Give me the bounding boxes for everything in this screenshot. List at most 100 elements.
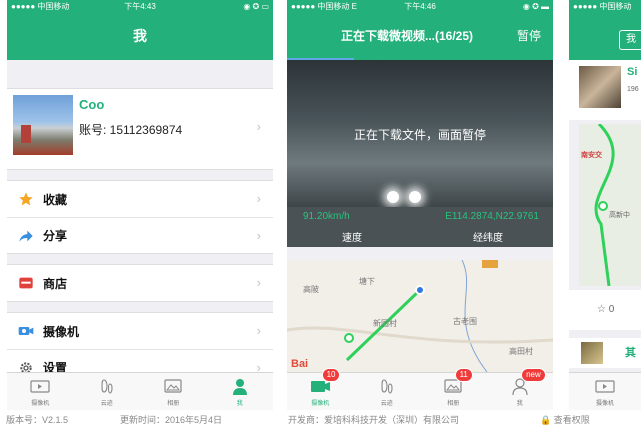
view-permissions-link[interactable]: 🔒 查看权限 xyxy=(540,413,590,425)
chevron-right-icon: › xyxy=(256,228,261,243)
tab-album[interactable]: 相册 xyxy=(140,373,207,410)
tab-bar: 摄像机 10 云迹 相册 11 我 new xyxy=(287,368,554,410)
route-map[interactable]: 高陂 塘下 新园村 古老围 高田村 Bai xyxy=(287,260,553,372)
speed-label: 速度 xyxy=(342,233,362,244)
tab-me[interactable]: 我 xyxy=(207,373,274,410)
nav-bar: 正在下载微视频...(16/25) 暂停 xyxy=(287,13,553,60)
photo-icon xyxy=(420,378,487,396)
feed-card[interactable]: 其 xyxy=(569,338,641,368)
map-label: 古老围 xyxy=(453,317,477,326)
coordinates-value: E114.2874,N22.9761 xyxy=(445,211,539,222)
notification-badge: 11 xyxy=(454,368,473,382)
tab-cloud-track[interactable]: 云迹 xyxy=(74,373,141,410)
pause-button[interactable]: 暂停 xyxy=(517,13,541,60)
user-thumbnail xyxy=(579,66,621,108)
feed-card[interactable]: Si 196 xyxy=(569,60,641,120)
camera-icon xyxy=(7,378,74,396)
chevron-right-icon: › xyxy=(256,191,261,206)
map-label: 高田村 xyxy=(509,347,533,356)
profile-name: Coo xyxy=(79,97,105,112)
menu-item-label: 分享 xyxy=(43,229,68,243)
map-label: 高陂 xyxy=(303,285,319,294)
battery-indicators: ◉ ✪ ▬ xyxy=(522,2,549,11)
tab-label: 我 xyxy=(236,401,243,407)
menu-item-label: 收藏 xyxy=(43,192,68,207)
clock-label: 下午4:46 xyxy=(404,2,436,11)
camera-icon xyxy=(287,378,354,396)
store-icon xyxy=(17,274,35,292)
menu-item-label: 商店 xyxy=(43,276,68,291)
tab-camera[interactable]: 摄像机 xyxy=(7,373,74,410)
start-point-marker xyxy=(344,333,354,343)
tab-camera[interactable]: 摄像机 10 xyxy=(287,368,354,410)
status-bar: ●●●●● 中国移动 下午4:43 ◉ ✪ ▭ xyxy=(7,0,273,13)
map-label: 高新中 xyxy=(609,212,630,219)
headlight xyxy=(409,191,421,203)
tab-label: 摄像机 xyxy=(31,401,50,407)
card-user-name: Si xyxy=(627,66,638,78)
video-paused-message: 正在下载文件，画面暂停 xyxy=(353,128,486,142)
like-count[interactable]: ☆ 0 xyxy=(569,290,641,330)
person-icon xyxy=(207,378,274,396)
tab-label: 摄像机 xyxy=(595,401,614,407)
tab-bar: 摄像机 云迹 相册 我 xyxy=(7,372,273,410)
tab-label: 我 xyxy=(516,401,523,407)
segment-button[interactable]: 我 xyxy=(619,30,641,50)
camera-icon xyxy=(569,378,641,396)
camera-icon xyxy=(17,322,35,340)
status-bar: ●●●●● 中国移动 E 下午4:46 ◉ ✪ ▬ xyxy=(287,0,553,13)
menu-item-favorites[interactable]: 收藏 › xyxy=(7,181,273,217)
user-thumbnail xyxy=(581,342,603,364)
profile-card[interactable]: Coo 账号: 15112369874 › xyxy=(7,88,273,170)
battery-indicators: ◉ ✪ ▭ xyxy=(243,2,269,11)
video-preview: 正在下载文件，画面暂停 xyxy=(287,60,553,207)
speed-value: 91.20km/h xyxy=(303,211,350,222)
route-map[interactable]: 南安交 高新中 xyxy=(579,124,641,286)
coordinates-label: 经纬度 xyxy=(473,233,503,244)
avatar xyxy=(13,95,73,155)
version-caption: 版本号：V2.1.5 xyxy=(6,415,69,425)
menu-item-share[interactable]: 分享 › xyxy=(7,217,273,253)
profile-screen: ●●●●● 中国移动 下午4:43 ◉ ✪ ▭ 我 Coo 账号: 151123… xyxy=(7,0,273,410)
tab-me[interactable]: 我 new xyxy=(487,368,554,410)
menu-item-camera[interactable]: 摄像机 › xyxy=(7,313,273,349)
permissions-label: 查看权限 xyxy=(553,415,590,425)
card-user-name: 其 xyxy=(625,347,636,359)
chevron-right-icon: › xyxy=(256,323,261,338)
map-label: 新园村 xyxy=(373,319,397,328)
download-title: 正在下载微视频...(16/25) xyxy=(341,29,474,43)
menu-group-social: 收藏 › 分享 › xyxy=(7,180,273,254)
tab-label: 摄像机 xyxy=(311,401,330,407)
download-screen: ●●●●● 中国移动 E 下午4:46 ◉ ✪ ▬ 正在下载微视频...(16/… xyxy=(287,0,553,410)
current-position-marker xyxy=(415,285,425,295)
tab-label: 云迹 xyxy=(100,401,113,407)
status-bar: ●●●●● 中国移动 xyxy=(569,0,641,13)
tab-label: 相册 xyxy=(167,401,180,407)
chevron-right-icon: › xyxy=(256,119,261,134)
tab-cloud-track[interactable]: 云迹 xyxy=(354,373,421,410)
carrier-label: ●●●●● 中国移动 xyxy=(573,2,632,11)
menu-item-label: 摄像机 xyxy=(43,324,80,339)
developer-caption: 开发商：爱培科科技开发（深圳）有限公司 xyxy=(288,415,460,425)
map-label: 南安交 xyxy=(581,152,602,159)
lock-icon: 🔒 xyxy=(540,415,552,425)
nav-bar: 我 xyxy=(569,13,641,60)
footprint-icon xyxy=(354,378,421,396)
map-label: 塘下 xyxy=(359,277,375,286)
menu-item-store[interactable]: 商店 › xyxy=(7,265,273,301)
carrier-label: ●●●●● 中国移动 xyxy=(11,2,70,11)
tab-album[interactable]: 相册 11 xyxy=(420,368,487,410)
chevron-right-icon: › xyxy=(256,275,261,290)
map-roads xyxy=(594,124,615,286)
clock-label: 下午4:43 xyxy=(124,2,156,11)
account-number: 账号: 15112369874 xyxy=(79,123,183,137)
tab-label: 相册 xyxy=(447,401,460,407)
tab-camera[interactable]: 摄像机 xyxy=(569,373,641,410)
page-title: 我 xyxy=(133,28,147,44)
star-icon xyxy=(17,190,35,208)
baidu-logo: Bai xyxy=(291,358,309,370)
tab-label: 云迹 xyxy=(380,401,393,407)
menu-group-store: 商店 › xyxy=(7,264,273,302)
tab-bar: 摄像机 xyxy=(569,372,641,410)
telemetry-panel: 91.20km/h E114.2874,N22.9761 速度 经纬度 xyxy=(287,207,553,247)
